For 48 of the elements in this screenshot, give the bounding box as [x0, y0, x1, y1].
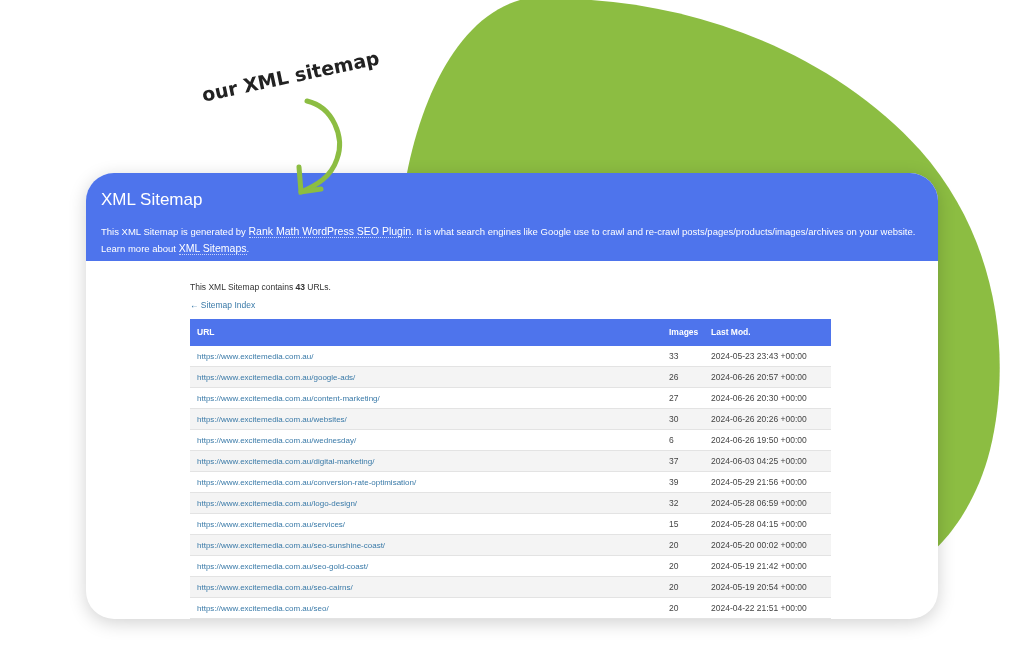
column-header: URL [196, 326, 216, 339]
image-count: 27 [669, 392, 679, 403]
last-modified-date: 2024-06-26 19:50 +00:00 [711, 434, 807, 445]
last-modified-date: 2024-06-26 20:30 +00:00 [711, 392, 807, 403]
last-modified-date: 2024-06-26 20:57 +00:00 [711, 371, 807, 382]
page-title: XML Sitemap [101, 189, 204, 211]
image-count: 6 [669, 434, 674, 445]
url-link[interactable]: https://www.excitemedia.com.au/seo/ [197, 603, 329, 613]
image-count: 20 [669, 581, 679, 592]
column-header: Images [669, 326, 700, 339]
url-link[interactable]: https://www.excitemedia.com.au/seo-cairns/ [197, 582, 353, 592]
url-link[interactable]: https://www.excitemedia.com.au/content-marketing/ [197, 393, 380, 403]
last-modified-date: 2024-05-20 00:02 +00:00 [711, 539, 807, 550]
last-modified-date: 2024-05-19 21:42 +00:00 [711, 560, 807, 571]
image-count: 20 [669, 539, 679, 550]
last-modified-date: 2024-04-22 21:51 +00:00 [711, 602, 807, 613]
url-link[interactable]: https://www.excitemedia.com.au/services/ [197, 519, 346, 529]
last-modified-date: 2024-05-19 20:54 +00:00 [711, 581, 807, 592]
image-count: 20 [669, 560, 679, 571]
url-link[interactable]: https://www.excitemedia.com.au/conversion-rate-optimisation/ [197, 477, 417, 487]
image-count: 30 [669, 413, 679, 424]
column-header: Last Mod. [711, 326, 752, 339]
last-modified-date: 2024-05-28 06:59 +00:00 [711, 497, 807, 508]
url-count-text: This XML Sitemap contains 43 URLs. [190, 281, 332, 293]
last-modified-date: 2024-06-03 04:25 +00:00 [711, 455, 807, 466]
last-modified-date: 2024-05-28 04:15 +00:00 [711, 518, 807, 529]
url-link[interactable]: https://www.excitemedia.com.au/seo-gold-coast/ [197, 561, 369, 571]
url-link[interactable]: https://www.excitemedia.com.au/ [197, 351, 314, 361]
image-count: 26 [669, 371, 679, 382]
image-count: 32 [669, 497, 679, 508]
url-link[interactable]: https://www.excitemedia.com.au/digital-marketing/ [197, 456, 375, 466]
image-count: 37 [669, 455, 679, 466]
header-description: This XML Sitemap is generated by Rank Math WordPress SEO Plugin. It is what search engines like Google use to crawl and re-crawl posts/pages/products/images/archives on your website. Learn more about XML Sitemaps. [101, 224, 917, 257]
text-link[interactable]: XML Sitemaps [178, 242, 247, 255]
last-modified-date: 2024-05-29 21:56 +00:00 [711, 476, 807, 487]
image-count: 15 [669, 518, 679, 529]
url-link[interactable]: https://www.excitemedia.com.au/websites/ [197, 414, 347, 424]
last-modified-date: 2024-05-23 23:43 +00:00 [711, 350, 807, 361]
image-count: 20 [669, 602, 679, 613]
image-count: 33 [669, 350, 679, 361]
last-modified-date: 2024-06-26 20:26 +00:00 [711, 413, 807, 424]
image-count: 39 [669, 476, 679, 487]
url-link[interactable]: https://www.excitemedia.com.au/google-ads/ [197, 372, 356, 382]
sitemap-index-link[interactable]: ← Sitemap Index [190, 299, 256, 311]
url-link[interactable]: https://www.excitemedia.com.au/seo-sunshine-coast/ [197, 540, 386, 550]
annotation-text: our XML sitemap [199, 45, 382, 108]
url-link[interactable]: https://www.excitemedia.com.au/logo-design/ [197, 498, 358, 508]
url-link[interactable]: https://www.excitemedia.com.au/wednesday/ [197, 435, 357, 445]
